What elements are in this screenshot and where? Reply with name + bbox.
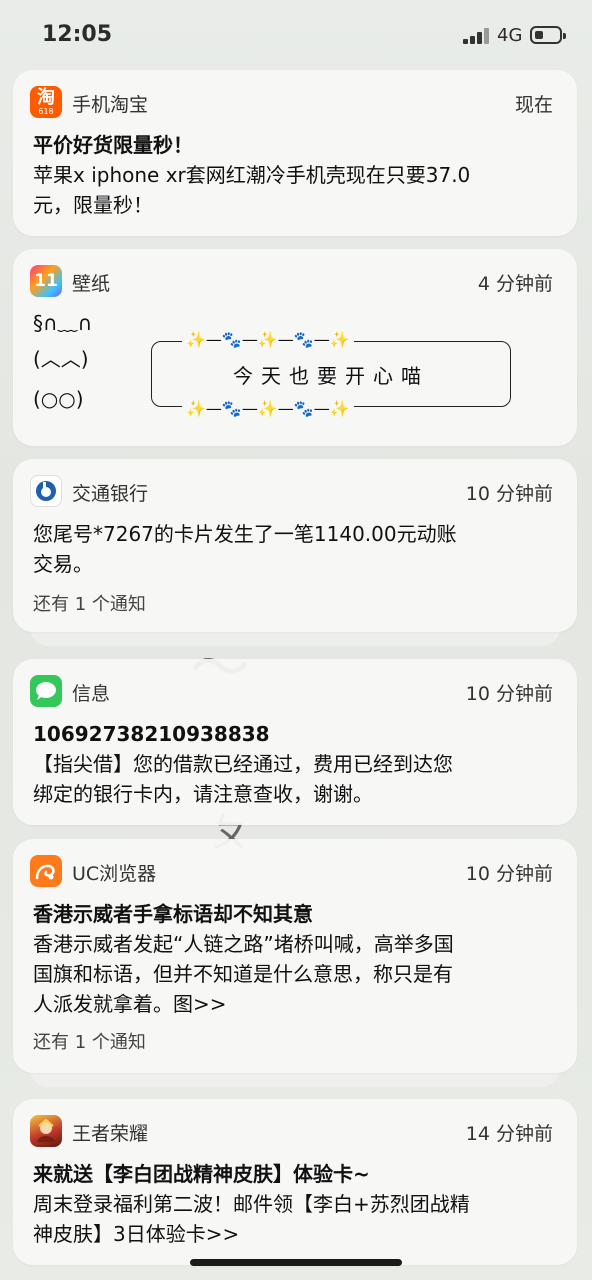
app-name: 手机淘宝 [72, 94, 149, 116]
body-line: 交易。 [33, 552, 93, 576]
notification-honor-of-kings[interactable]: 王者荣耀 14 分钟前 来就送【李白团战精神皮肤】体验卡~ 周末登录福利第二波！… [13, 1099, 577, 1265]
notification-taobao[interactable]: 淘 618 手机淘宝 现在 平价好货限量秒！ 苹果x iphone xr套网红潮… [13, 70, 577, 236]
wallpaper-app-icon: 11 [30, 265, 62, 297]
taobao-app-icon: 淘 618 [30, 86, 62, 118]
kaomoji-art: §∩﹏∩ (︿︿) (○○) ✨—🐾—✨—🐾—✨ 今天也要开心喵 ✨—🐾—✨—🐾… [33, 309, 553, 429]
notification-title: 香港示威者手拿标语却不知其意 [33, 902, 313, 926]
notification-body: 周末登录福利第二波！邮件领【李白+苏烈团战精 神皮肤】3日体验卡>> [33, 1189, 547, 1249]
notification-time: 现在 [514, 94, 553, 116]
status-bar: 12:05 4G [0, 0, 592, 70]
banner-text: 今天也要开心喵 [233, 364, 429, 388]
banner-deco-bottom: ✨—🐾—✨—🐾—✨ [182, 399, 354, 418]
notification-header: 王者荣耀 14 分钟前 [30, 1115, 553, 1147]
status-time: 12:05 [42, 22, 113, 47]
notification-title: 10692738210938838 [33, 722, 270, 746]
battery-icon [530, 26, 566, 44]
uc-browser-app-icon [30, 855, 62, 887]
kaomoji-line: (○○) [33, 387, 84, 411]
notification-messages[interactable]: 信息 10 分钟前 10692738210938838 【指尖借】您的借款已经通… [13, 659, 577, 825]
notification-uc-browser[interactable]: UC浏览器 10 分钟前 香港示威者手拿标语却不知其意 香港示威者发起“人链之路… [13, 839, 577, 1073]
app-name: 交通银行 [72, 483, 149, 505]
notification-body: 【指尖借】您的借款已经通过，费用已经到达您 绑定的银行卡内，请注意查收，谢谢。 [33, 749, 547, 809]
body-line: 【指尖借】您的借款已经通过，费用已经到达您 [33, 752, 453, 776]
wallpaper-icon-glyph: 11 [34, 271, 58, 291]
app-name: 壁纸 [72, 273, 111, 295]
notification-time: 4 分钟前 [477, 273, 553, 295]
notification-header: 交通银行 10 分钟前 [30, 475, 553, 507]
notification-body: 香港示威者发起“人链之路”堵桥叫喊，高举多国 国旗和标语，但并不知道是什么意思，… [33, 929, 547, 1019]
messages-app-icon [30, 675, 62, 707]
notification-time: 10 分钟前 [465, 683, 553, 705]
speech-bubble-icon [36, 682, 56, 700]
notification-title: 平价好货限量秒！ [33, 133, 193, 157]
body-line: 苹果x iphone xr套网红潮冷手机壳现在只要37.0 [33, 163, 471, 187]
notification-bocom[interactable]: 交通银行 10 分钟前 您尾号*7267的卡片发生了一笔1140.00元动账 交… [13, 459, 577, 632]
game-hero-icon [37, 1118, 55, 1142]
honor-of-kings-app-icon [30, 1115, 62, 1147]
body-line: 人派发就拿着。图>> [33, 992, 227, 1016]
squirrel-icon [35, 864, 55, 880]
notification-header: UC浏览器 10 分钟前 [30, 855, 553, 887]
notification-time: 14 分钟前 [465, 1123, 553, 1145]
notification-header: 11 壁纸 4 分钟前 [30, 265, 553, 297]
body-line: 周末登录福利第二波！邮件领【李白+苏烈团战精 [33, 1192, 470, 1216]
notification-time: 10 分钟前 [465, 483, 553, 505]
body-line: 香港示威者发起“人链之路”堵桥叫喊，高举多国 [33, 932, 454, 956]
network-type: 4G [497, 25, 523, 46]
banner-deco-top: ✨—🐾—✨—🐾—✨ [182, 330, 354, 349]
app-name: 信息 [72, 683, 111, 705]
notification-body: 苹果x iphone xr套网红潮冷手机壳现在只要37.0 元，限量秒！ [33, 160, 547, 220]
more-notifications-label[interactable]: 还有 1 个通知 [33, 590, 146, 616]
more-notifications-label[interactable]: 还有 1 个通知 [33, 1028, 146, 1054]
notification-time: 10 分钟前 [465, 863, 553, 885]
body-line: 元，限量秒！ [33, 193, 153, 217]
body-line: 绑定的银行卡内，请注意查收，谢谢。 [33, 782, 373, 806]
body-line: 国旗和标语，但并不知道是什么意思，称只是有 [33, 962, 453, 986]
notification-title: 来就送【李白团战精神皮肤】体验卡~ [33, 1162, 370, 1186]
cellular-signal-icon [463, 28, 491, 44]
bocom-app-icon [30, 475, 62, 507]
notification-wallpaper[interactable]: 11 壁纸 4 分钟前 §∩﹏∩ (︿︿) (○○) ✨—🐾—✨—🐾—✨ 今天也… [13, 249, 577, 446]
body-line: 您尾号*7267的卡片发生了一笔1140.00元动账 [33, 522, 457, 546]
kaomoji-banner: ✨—🐾—✨—🐾—✨ 今天也要开心喵 ✨—🐾—✨—🐾—✨ [151, 330, 511, 418]
home-indicator[interactable] [190, 1259, 402, 1266]
app-name: UC浏览器 [72, 863, 157, 885]
bocom-logo-icon [36, 481, 56, 501]
kaomoji-line: §∩﹏∩ [33, 311, 93, 335]
app-name: 王者荣耀 [72, 1123, 149, 1145]
notification-header: 信息 10 分钟前 [30, 675, 553, 707]
taobao-icon-glyph: 淘 [37, 86, 55, 108]
taobao-icon-sub: 618 [38, 106, 54, 116]
body-line: 神皮肤】3日体验卡>> [33, 1222, 240, 1246]
notification-body: 您尾号*7267的卡片发生了一笔1140.00元动账 交易。 [33, 519, 547, 579]
notification-header: 淘 618 手机淘宝 现在 [30, 86, 553, 118]
kaomoji-line: (︿︿) [33, 347, 89, 371]
